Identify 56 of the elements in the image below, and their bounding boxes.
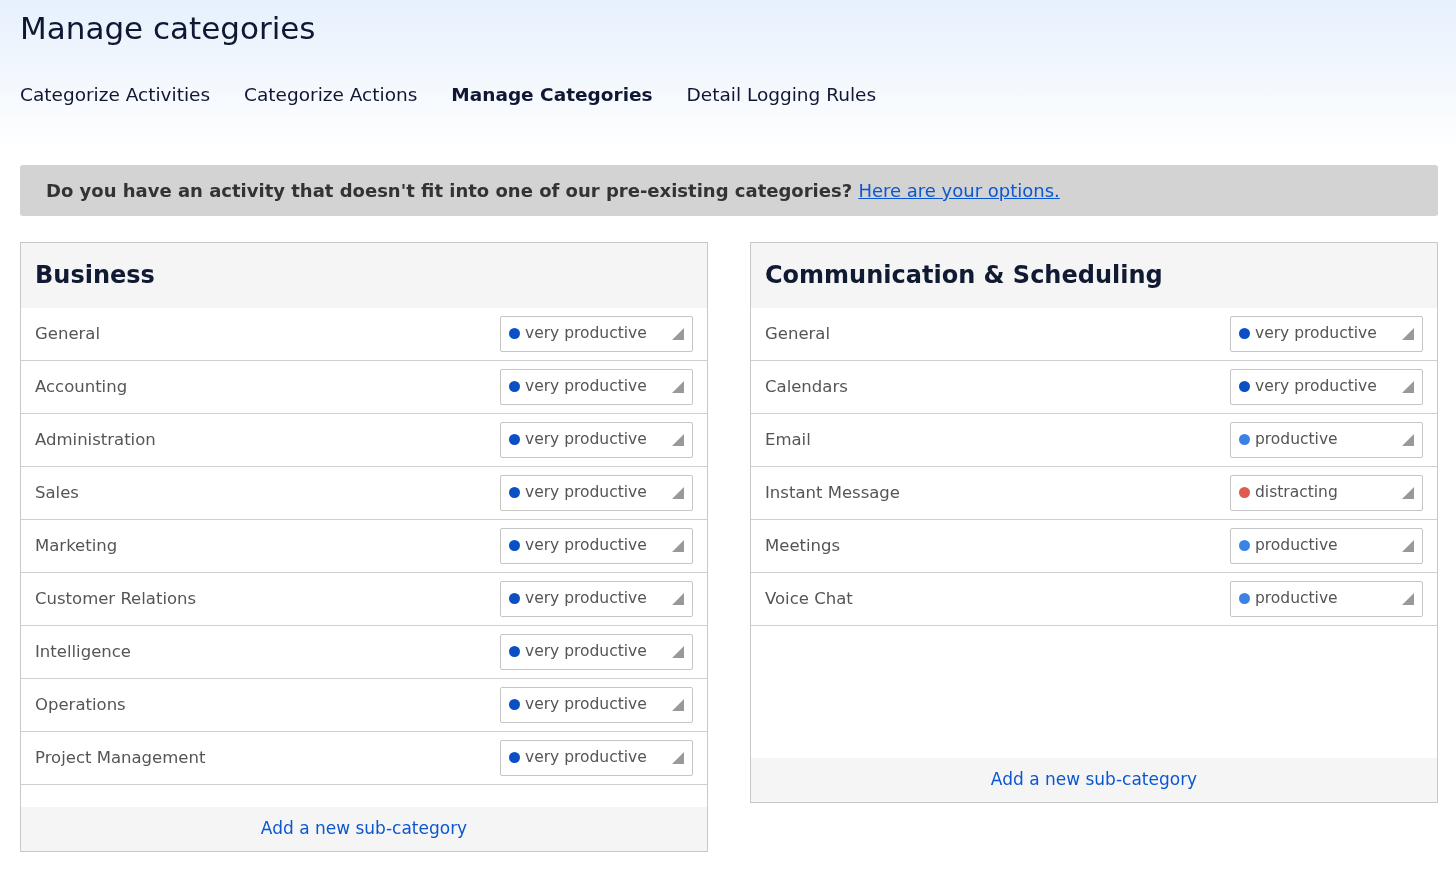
info-banner: Do you have an activity that doesn't fit into one of our pre-existing categories? Here are your options. [20, 164, 1438, 216]
productivity-dropdown[interactable]: productive [1230, 421, 1423, 458]
corner-triangle-icon [672, 486, 684, 499]
options-link[interactable]: Here are your options. [858, 179, 1060, 201]
category-title: Business [21, 242, 707, 308]
subcategory-name: Intelligence [35, 640, 131, 663]
corner-triangle-icon [1402, 592, 1414, 605]
productivity-dropdown[interactable]: very productive [500, 580, 693, 617]
subcategory-name: Meetings [765, 534, 841, 557]
corner-triangle-icon [672, 327, 684, 340]
productivity-dropdown[interactable]: productive [1230, 580, 1423, 617]
page-title: Manage categories [20, 10, 317, 48]
subcategory-name: Calendars [765, 375, 848, 398]
productivity-dropdown[interactable]: distracting [1230, 474, 1423, 511]
productivity-dropdown[interactable]: very productive [500, 633, 693, 670]
nav-tab[interactable]: Categorize Activities [20, 81, 211, 109]
corner-triangle-icon [1402, 327, 1414, 340]
corner-triangle-icon [672, 751, 684, 764]
subcategory-name: Instant Message [765, 481, 900, 504]
productivity-dropdown[interactable]: very productive [500, 315, 693, 352]
category-title: Communication & Scheduling [751, 242, 1437, 308]
productivity-dropdown[interactable]: very productive [1230, 368, 1423, 405]
nav-tab[interactable]: Categorize Actions [244, 81, 418, 109]
subcategory-name: General [35, 322, 101, 345]
productivity-dropdown[interactable]: very productive [1230, 315, 1423, 352]
subcategory-name: Email [765, 428, 811, 451]
productivity-dropdown[interactable]: productive [1230, 527, 1423, 564]
productivity-dropdown[interactable]: very productive [500, 527, 693, 564]
corner-triangle-icon [1402, 486, 1414, 499]
productivity-dropdown[interactable]: very productive [500, 474, 693, 511]
corner-triangle-icon [1402, 539, 1414, 552]
subcategory-name: Voice Chat [765, 587, 853, 610]
nav-tab[interactable]: Manage Categories [451, 81, 653, 109]
nav-tab[interactable]: Detail Logging Rules [686, 81, 877, 109]
add-subcategory-link[interactable]: Add a new sub-category [990, 767, 1198, 793]
add-subcategory-link[interactable]: Add a new sub-category [260, 816, 468, 842]
corner-triangle-icon [672, 539, 684, 552]
corner-triangle-icon [672, 380, 684, 393]
corner-triangle-icon [672, 592, 684, 605]
productivity-dropdown[interactable]: very productive [500, 686, 693, 723]
productivity-dropdown[interactable]: very productive [500, 739, 693, 776]
productivity-dropdown[interactable]: very productive [500, 368, 693, 405]
subcategory-name: Sales [35, 481, 79, 504]
subcategory-name: Administration [35, 428, 156, 451]
subcategory-name: Marketing [35, 534, 118, 557]
subcategory-name: Accounting [35, 375, 128, 398]
corner-triangle-icon [672, 698, 684, 711]
corner-triangle-icon [1402, 380, 1414, 393]
subcategory-name: Customer Relations [35, 587, 197, 610]
subcategory-name: Operations [35, 693, 126, 716]
corner-triangle-icon [672, 645, 684, 658]
subcategory-name: General [765, 322, 831, 345]
productivity-dropdown[interactable]: very productive [500, 421, 693, 458]
subcategory-name: Project Management [35, 746, 206, 769]
corner-triangle-icon [672, 433, 684, 446]
corner-triangle-icon [1402, 433, 1414, 446]
